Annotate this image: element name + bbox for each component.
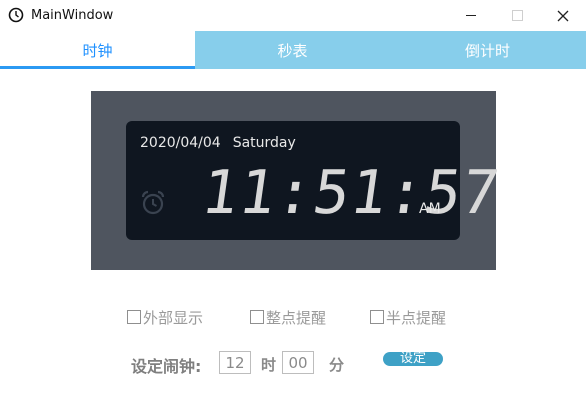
- minute-unit-label: 分: [329, 356, 345, 374]
- hour-unit-label: 时: [261, 356, 277, 374]
- half-hour-reminder-label: 半点提醒: [386, 308, 447, 327]
- half-hour-reminder-checkbox[interactable]: 半点提醒: [370, 307, 446, 327]
- clock-panel: 2020/04/04 Saturday 11:51:57 AM: [91, 91, 504, 270]
- ampm-indicator: AM: [419, 201, 441, 217]
- checkbox-box[interactable]: [127, 310, 141, 324]
- hourly-reminder-label: 整点提醒: [266, 308, 327, 327]
- alarm-clock-icon: [141, 190, 165, 215]
- clock-display: 2020/04/04 Saturday 11:51:57 AM: [126, 121, 504, 240]
- tab-bar: 时钟 秒表 倒计时: [0, 31, 586, 69]
- close-button[interactable]: [540, 0, 586, 31]
- checkbox-box[interactable]: [370, 310, 384, 324]
- tab-clock[interactable]: 时钟: [0, 31, 195, 69]
- tab-stopwatch[interactable]: 秒表: [195, 31, 390, 69]
- external-display-checkbox[interactable]: 外部显示: [127, 307, 203, 327]
- close-icon: [557, 10, 569, 21]
- tab-countdown[interactable]: 倒计时: [390, 31, 585, 69]
- minimize-icon: [466, 15, 476, 16]
- window-title: MainWindow: [31, 8, 114, 23]
- date-text: 2020/04/04: [140, 135, 221, 151]
- title-bar[interactable]: MainWindow: [0, 0, 586, 31]
- alarm-setting-label: 设定闹钟:: [131, 357, 202, 376]
- tab-countdown-label: 倒计时: [464, 41, 510, 60]
- set-alarm-button[interactable]: 设定: [383, 352, 443, 366]
- main-window: MainWindow 时钟 秒表 倒计时 2020/04/04 Saturday…: [0, 0, 586, 393]
- alarm-hour-input[interactable]: 12: [219, 351, 251, 374]
- external-display-label: 外部显示: [143, 308, 204, 327]
- checkbox-box[interactable]: [250, 310, 264, 324]
- alarm-minute-input[interactable]: 00: [282, 351, 314, 374]
- active-tab-indicator: [0, 66, 195, 69]
- minimize-button[interactable]: [448, 0, 494, 31]
- tab-stopwatch-label: 秒表: [277, 41, 308, 60]
- maximize-icon: [511, 10, 523, 21]
- date-line: 2020/04/04 Saturday: [140, 135, 296, 151]
- hourly-reminder-checkbox[interactable]: 整点提醒: [250, 307, 326, 327]
- time-digits: 11:51:57: [197, 158, 505, 228]
- weekday-text: Saturday: [232, 135, 296, 151]
- clock-app-icon: [8, 7, 24, 23]
- tab-clock-label: 时钟: [82, 41, 113, 60]
- maximize-button[interactable]: [494, 0, 540, 31]
